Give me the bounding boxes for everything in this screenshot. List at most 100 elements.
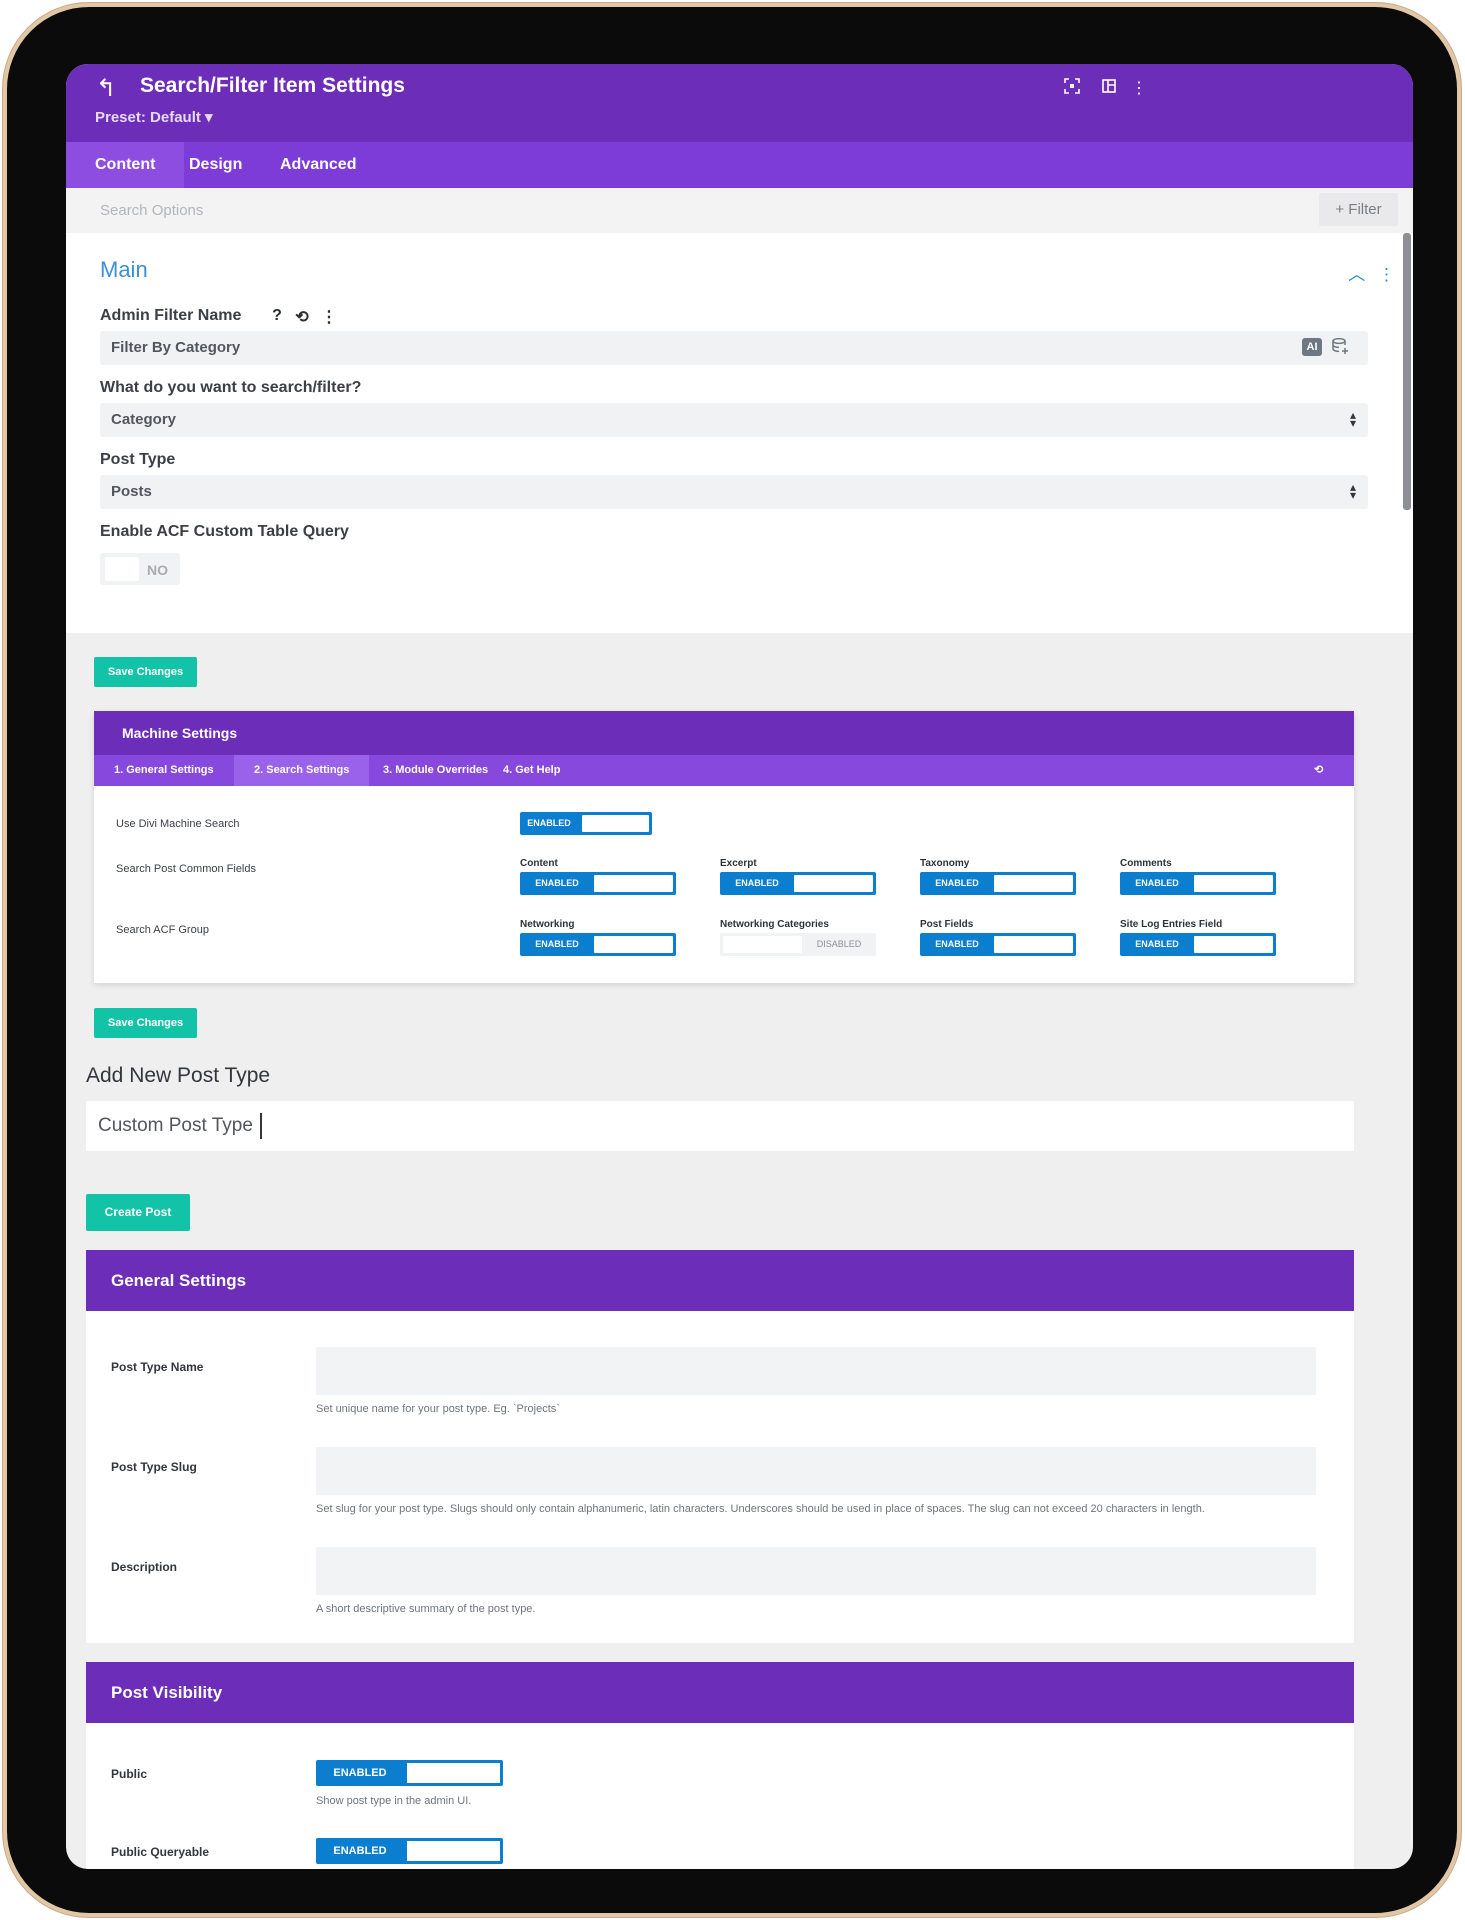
undo-arrow-icon[interactable]: ↰ (96, 76, 122, 102)
toggle-state: NO (147, 562, 168, 578)
post-type-name-value: Custom Post Type (98, 1115, 253, 1136)
more-vertical-icon[interactable]: ⋮ (319, 307, 339, 327)
dynamic-content-icon[interactable] (1330, 337, 1350, 357)
content-field-label: Content (520, 858, 558, 869)
content-field-toggle[interactable]: ENABLED (520, 872, 676, 895)
post-fields-field-toggle[interactable]: ENABLED (920, 933, 1076, 956)
section-controls: ︿ ⋮ (1348, 260, 1395, 285)
text-caret (260, 1113, 262, 1139)
post-visibility-card: Post Visibility Public ENABLED Show post… (86, 1662, 1354, 1869)
comments-field-toggle[interactable]: ENABLED (1120, 872, 1276, 895)
taxonomy-field-label: Taxonomy (920, 858, 970, 869)
description-label: Description (111, 1560, 178, 1574)
search-filter-select[interactable]: Category ▴ ▾ (100, 403, 1368, 437)
public-queryable-toggle[interactable]: ENABLED (316, 1838, 503, 1864)
tablet-frame: ↰ Search/Filter Item Settings Preset: De… (3, 3, 1461, 1917)
public-label: Public (111, 1767, 148, 1781)
tab-search-settings[interactable]: 2. Search Settings (234, 755, 370, 786)
search-filter-value: Category (111, 411, 177, 428)
machine-settings-title: Machine Settings (94, 711, 1354, 755)
post-type-slug-field[interactable] (316, 1447, 1316, 1495)
networking-categories-field-toggle[interactable]: DISABLED (720, 933, 876, 956)
reset-icon[interactable]: ⟲ (292, 307, 312, 327)
public-help: Show post type in the admin UI. (316, 1795, 472, 1807)
admin-filter-name-input[interactable]: Filter By Category AI (100, 331, 1368, 365)
post-type-label: Post Type (100, 451, 176, 468)
settings-header: ↰ Search/Filter Item Settings Preset: De… (66, 64, 1413, 142)
search-input[interactable]: Search Options (100, 202, 203, 219)
machine-settings-panel: Machine Settings 1. General Settings 2. … (94, 711, 1354, 983)
machine-tabs: 1. General Settings 2. Search Settings 3… (94, 755, 1354, 786)
use-divi-machine-search-toggle[interactable]: ENABLED (520, 812, 652, 835)
filter-button[interactable]: + Filter (1319, 193, 1398, 226)
toggle-knob (1194, 875, 1273, 892)
toggle-knob (723, 936, 802, 953)
excerpt-field-toggle[interactable]: ENABLED (720, 872, 876, 895)
toggle-knob (594, 875, 673, 892)
reset-icon[interactable]: ⟲ (1314, 755, 1323, 786)
networking-field-label: Networking (520, 919, 575, 930)
networking-categories-field-label: Networking Categories (720, 919, 829, 930)
toggle-knob (407, 1763, 500, 1783)
preset-dropdown[interactable]: Preset: Default ▾ (95, 108, 213, 126)
columns-icon[interactable] (1098, 78, 1120, 100)
admin-filter-name-value: Filter By Category (111, 339, 241, 356)
help-icon[interactable]: ? (267, 307, 287, 327)
toggle-state: ENABLED (1135, 939, 1179, 949)
post-type-name-label: Post Type Name (111, 1360, 204, 1374)
comments-field-label: Comments (1120, 858, 1172, 869)
tab-get-help[interactable]: 4. Get Help (483, 755, 580, 786)
create-post-button[interactable]: Create Post (86, 1194, 190, 1231)
add-new-post-type-title: Add New Post Type (86, 1064, 271, 1087)
toggle-knob (994, 936, 1073, 953)
taxonomy-field-toggle[interactable]: ENABLED (920, 872, 1076, 895)
public-queryable-label: Public Queryable (111, 1845, 210, 1859)
use-divi-machine-search-label: Use Divi Machine Search (116, 818, 240, 830)
post-type-name-field[interactable] (316, 1347, 1316, 1395)
post-type-name-input[interactable]: Custom Post Type (86, 1101, 1354, 1151)
tab-advanced[interactable]: Advanced (251, 142, 385, 188)
select-arrows-icon: ▴ ▾ (1349, 480, 1356, 502)
site-log-entries-field-toggle[interactable]: ENABLED (1120, 933, 1276, 956)
main-section-title[interactable]: Main (100, 257, 148, 283)
post-type-name-help: Set unique name for your post type. Eg. … (316, 1403, 560, 1415)
toggle-state: ENABLED (1135, 878, 1179, 888)
scrollbar[interactable] (1403, 233, 1411, 510)
search-filter-label: What do you want to search/filter? (100, 379, 362, 396)
save-changes-button[interactable]: Save Changes (94, 657, 197, 687)
acf-custom-table-label: Enable ACF Custom Table Query (100, 523, 349, 540)
chevron-up-icon[interactable]: ︿ (1348, 265, 1365, 284)
post-visibility-title: Post Visibility (86, 1662, 1354, 1723)
save-changes-button[interactable]: Save Changes (94, 1008, 197, 1038)
toggle-knob (105, 557, 139, 581)
search-acf-group-label: Search ACF Group (116, 924, 209, 936)
excerpt-field-label: Excerpt (720, 858, 757, 869)
networking-field-toggle[interactable]: ENABLED (520, 933, 676, 956)
general-settings-card: General Settings Post Type Name Set uniq… (86, 1250, 1354, 1643)
admin-filter-name-label: Admin Filter Name (100, 307, 242, 324)
acf-custom-table-toggle[interactable]: NO (100, 553, 180, 585)
toggle-state: ENABLED (935, 878, 979, 888)
public-toggle[interactable]: ENABLED (316, 1760, 503, 1786)
toggle-state: DISABLED (816, 939, 862, 949)
focus-icon[interactable] (1061, 78, 1083, 100)
module-tabs: Content Design Advanced (66, 142, 1413, 188)
more-vertical-icon[interactable]: ⋮ (1378, 265, 1395, 284)
post-type-select[interactable]: Posts ▴ ▾ (100, 475, 1368, 509)
post-fields-field-label: Post Fields (920, 919, 974, 930)
post-type-value: Posts (111, 483, 152, 500)
toggle-knob (594, 936, 673, 953)
general-settings-title: General Settings (86, 1250, 1354, 1311)
tab-general-settings[interactable]: 1. General Settings (94, 755, 234, 786)
toggle-knob (994, 875, 1073, 892)
post-type-slug-label: Post Type Slug (111, 1460, 197, 1474)
toggle-state: ENABLED (527, 818, 571, 828)
site-log-entries-field-label: Site Log Entries Field (1120, 919, 1223, 930)
toggle-knob (582, 815, 649, 832)
ai-icon[interactable]: AI (1302, 338, 1322, 356)
main-panel: Main ︿ ⋮ Admin Filter Name ? ⟲ ⋮ Filter … (66, 233, 1413, 633)
toggle-state: ENABLED (333, 1845, 387, 1857)
toggle-knob (1194, 936, 1273, 953)
description-field[interactable] (316, 1547, 1316, 1595)
more-vertical-icon[interactable]: ⋮ (1128, 78, 1150, 100)
